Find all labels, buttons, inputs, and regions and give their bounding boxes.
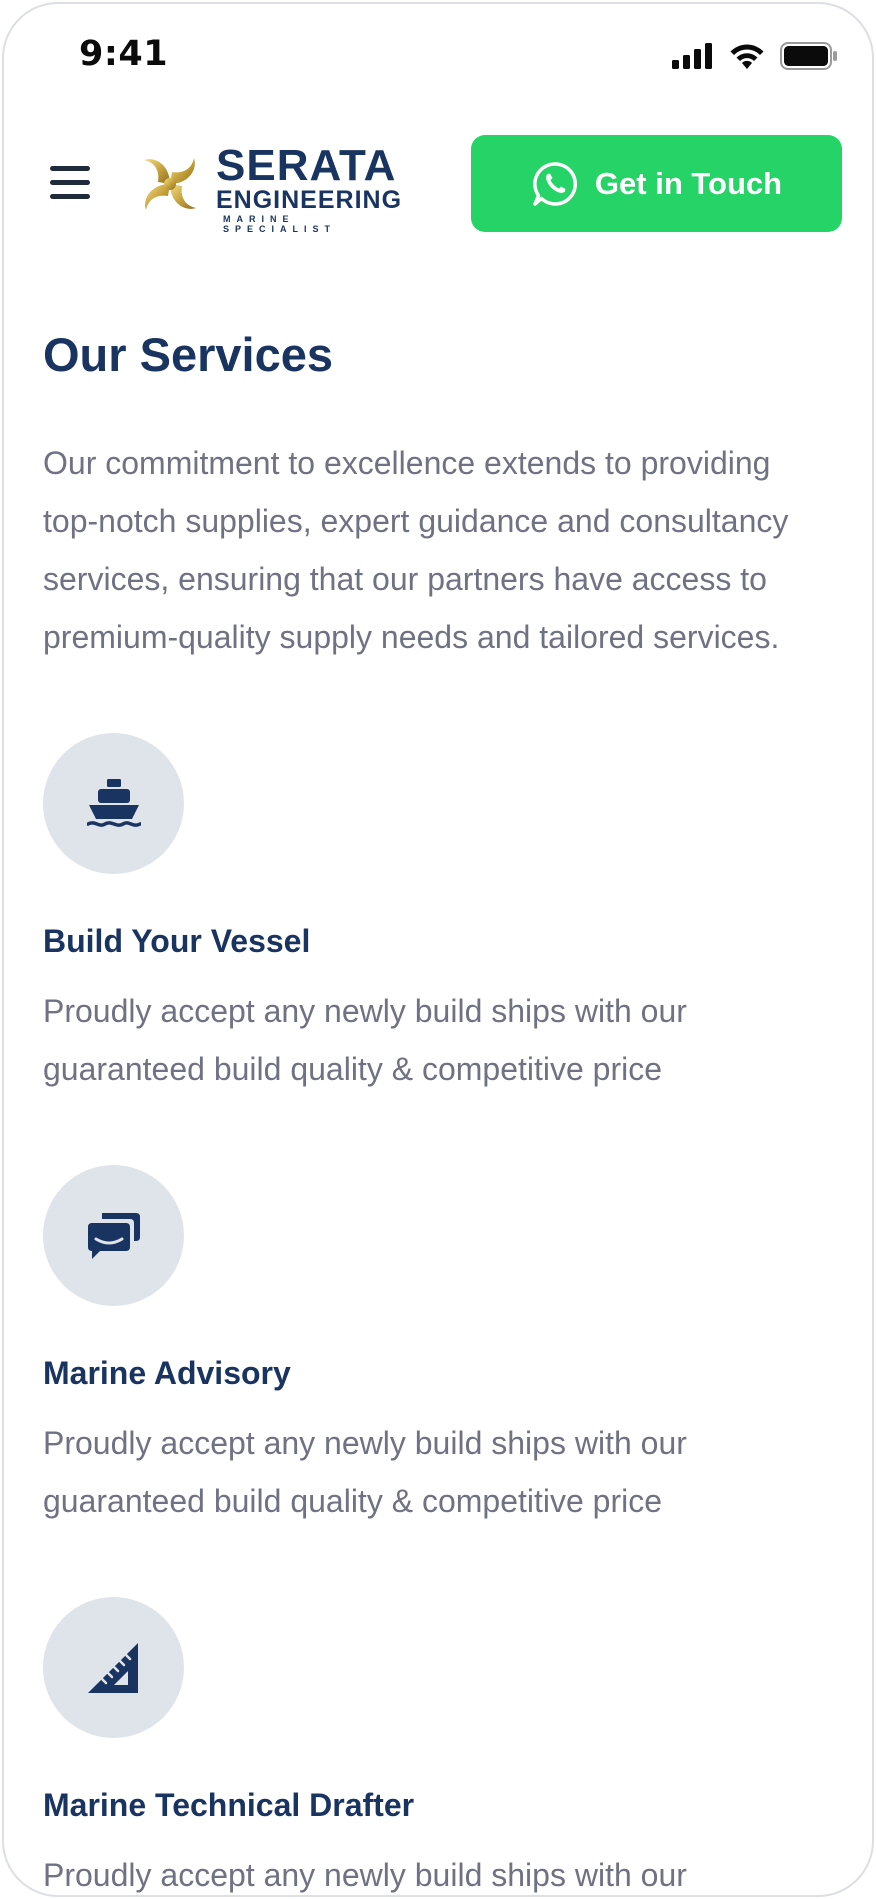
ship-icon [86,778,141,827]
battery-icon [780,42,837,70]
hamburger-menu-icon[interactable] [50,166,90,200]
logo-mark-icon [144,158,196,210]
logo-subtitle: ENGINEERING [216,186,403,214]
wifi-icon [730,44,764,69]
service-item: Marine Advisory Proudly accept any newly… [43,1165,843,1530]
get-in-touch-label: Get in Touch [594,165,783,201]
service-title: Build Your Vessel [43,923,311,959]
section-description: Our commitment to excellence extends to … [43,445,789,655]
ruler-triangle-icon [87,1642,138,1693]
service-item: Marine Technical Drafter Proudly accept … [43,1597,843,1895]
service-item: Build Your Vessel Proudly accept any new… [43,733,843,1098]
status-time: 9:41 [79,34,169,74]
service-description: Proudly accept any newly build ships wit… [43,993,687,1087]
service-description: Proudly accept any newly build ships wit… [43,1857,687,1893]
logo-title: SERATA [216,141,397,190]
service-description: Proudly accept any newly build ships wit… [43,1425,687,1519]
service-title: Marine Technical Drafter [43,1787,415,1823]
service-icon-circle [43,1597,184,1738]
services-section: Our Services Our commitment to excellenc… [43,322,843,1895]
get-in-touch-button[interactable]: Get in Touch [471,135,842,232]
phone-frame: 9:41 SERATA ENGINEERING MARINE SPECIALIS… [2,2,874,1897]
service-icon-circle [43,1165,184,1306]
page-title: Our Services [43,328,334,381]
service-icon-circle [43,733,184,874]
site-header: SERATA ENGINEERING MARINE SPECIALIST Get… [4,132,872,234]
logo[interactable]: SERATA ENGINEERING MARINE SPECIALIST [134,141,401,234]
logo-tagline: MARINE SPECIALIST [223,214,337,234]
service-title: Marine Advisory [43,1355,291,1391]
cellular-signal-icon [672,43,712,69]
status-icons [672,42,838,70]
status-bar: 9:41 [4,4,872,104]
whatsapp-icon [533,161,577,206]
chat-bubbles-icon [87,1212,140,1259]
